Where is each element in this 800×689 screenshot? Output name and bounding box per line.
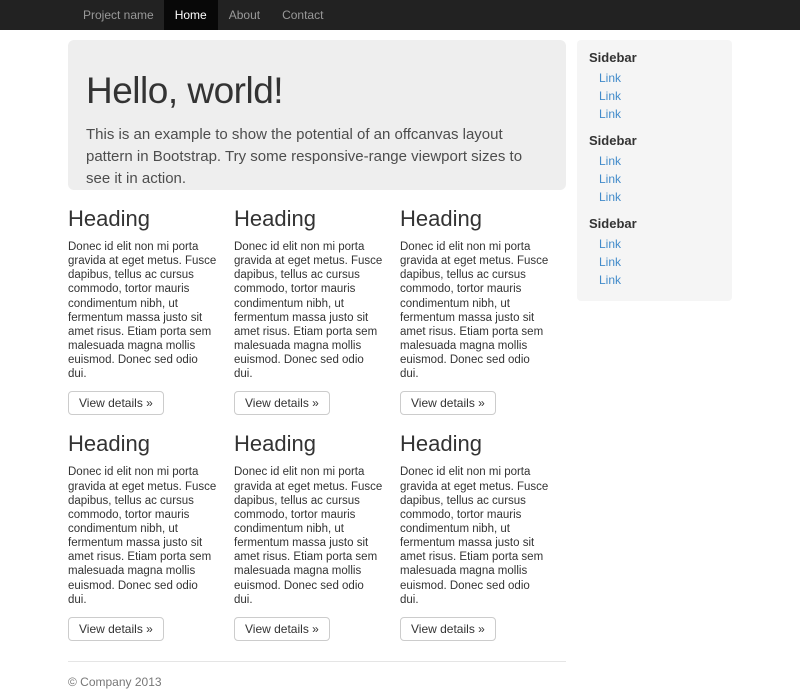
card-text: Donec id elit non mi porta gravida at eg… [234, 465, 384, 606]
sidebar: Sidebar Link Link Link Sidebar Link Link… [577, 40, 732, 301]
sidebar-link[interactable]: Link [589, 105, 720, 123]
view-details-button[interactable]: View details » [400, 617, 496, 641]
card-heading: Heading [68, 206, 218, 232]
nav-item-about[interactable]: About [218, 0, 271, 30]
sidebar-link[interactable]: Link [589, 69, 720, 87]
content-card: Heading Donec id elit non mi porta gravi… [68, 415, 234, 640]
card-text: Donec id elit non mi porta gravida at eg… [400, 240, 550, 381]
content-card: Heading Donec id elit non mi porta gravi… [400, 415, 566, 640]
card-heading: Heading [400, 206, 550, 232]
footer-divider [68, 661, 566, 662]
view-details-button[interactable]: View details » [234, 617, 330, 641]
content-card: Heading Donec id elit non mi porta gravi… [68, 190, 234, 415]
jumbotron-text: This is an example to show the potential… [86, 124, 546, 189]
view-details-button[interactable]: View details » [400, 391, 496, 415]
sidebar-heading: Sidebar [589, 50, 720, 65]
card-text: Donec id elit non mi porta gravida at eg… [400, 465, 550, 606]
view-details-button[interactable]: View details » [68, 391, 164, 415]
card-text: Donec id elit non mi porta gravida at eg… [68, 240, 218, 381]
cards-row-2: Heading Donec id elit non mi porta gravi… [68, 415, 566, 640]
jumbotron: Hello, world! This is an example to show… [68, 40, 566, 190]
card-heading: Heading [400, 431, 550, 457]
footer: © Company 2013 [68, 661, 566, 689]
sidebar-group-2: Sidebar Link Link Link [589, 133, 720, 206]
navbar-container: Project name Home About Contact [68, 0, 732, 30]
sidebar-group-1: Sidebar Link Link Link [589, 50, 720, 123]
navbar-menu: Home About Contact [164, 0, 335, 30]
content-card: Heading Donec id elit non mi porta gravi… [234, 415, 400, 640]
nav-item-home[interactable]: Home [164, 0, 218, 30]
page-container: Hello, world! This is an example to show… [68, 40, 732, 689]
view-details-button[interactable]: View details » [68, 617, 164, 641]
content-card: Heading Donec id elit non mi porta gravi… [400, 190, 566, 415]
navbar: Project name Home About Contact [0, 0, 800, 30]
card-heading: Heading [68, 431, 218, 457]
sidebar-link[interactable]: Link [589, 271, 720, 289]
sidebar-heading: Sidebar [589, 133, 720, 148]
card-heading: Heading [234, 431, 384, 457]
view-details-button[interactable]: View details » [234, 391, 330, 415]
sidebar-link[interactable]: Link [589, 87, 720, 105]
card-text: Donec id elit non mi porta gravida at eg… [68, 465, 218, 606]
sidebar-heading: Sidebar [589, 216, 720, 231]
cards-row-1: Heading Donec id elit non mi porta gravi… [68, 190, 566, 415]
navbar-brand[interactable]: Project name [68, 0, 164, 30]
content-card: Heading Donec id elit non mi porta gravi… [234, 190, 400, 415]
nav-item-contact[interactable]: Contact [271, 0, 334, 30]
copyright-text: © Company 2013 [68, 675, 566, 689]
sidebar-link[interactable]: Link [589, 253, 720, 271]
main-column: Hello, world! This is an example to show… [68, 40, 566, 689]
page-title: Hello, world! [86, 70, 546, 112]
card-text: Donec id elit non mi porta gravida at eg… [234, 240, 384, 381]
sidebar-link[interactable]: Link [589, 152, 720, 170]
sidebar-group-3: Sidebar Link Link Link [589, 216, 720, 289]
sidebar-link[interactable]: Link [589, 188, 720, 206]
card-heading: Heading [234, 206, 384, 232]
sidebar-link[interactable]: Link [589, 235, 720, 253]
main-row: Hello, world! This is an example to show… [68, 40, 732, 689]
sidebar-link[interactable]: Link [589, 170, 720, 188]
